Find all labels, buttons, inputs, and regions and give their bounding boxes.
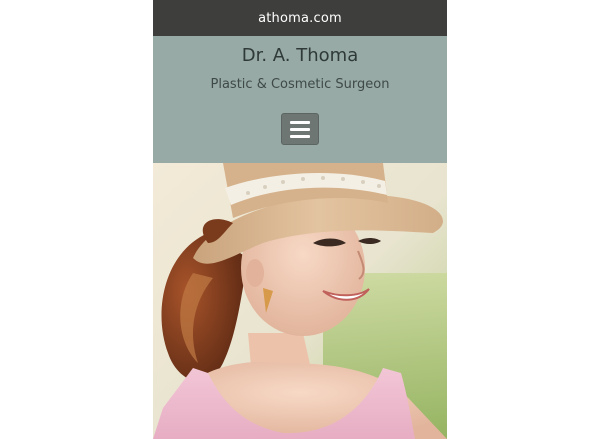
hero-image: [153, 163, 447, 439]
mobile-viewport: athoma.com Dr. A. Thoma Plastic & Cosmet…: [153, 0, 447, 439]
hamburger-menu-icon-bar: [290, 134, 310, 138]
site-title[interactable]: Dr. A. Thoma: [153, 45, 447, 66]
hamburger-menu-icon: [290, 120, 310, 124]
hamburger-menu-icon-bar: [290, 127, 310, 131]
hero-photo-woman-in-hat: [153, 163, 447, 439]
menu-toggle-button[interactable]: [281, 113, 319, 145]
url-text: athoma.com: [258, 10, 342, 26]
site-tagline: Plastic & Cosmetic Surgeon: [210, 77, 390, 92]
browser-url-bar[interactable]: athoma.com: [153, 0, 447, 36]
site-header: Dr. A. Thoma Plastic & Cosmetic Surgeon: [153, 36, 447, 163]
